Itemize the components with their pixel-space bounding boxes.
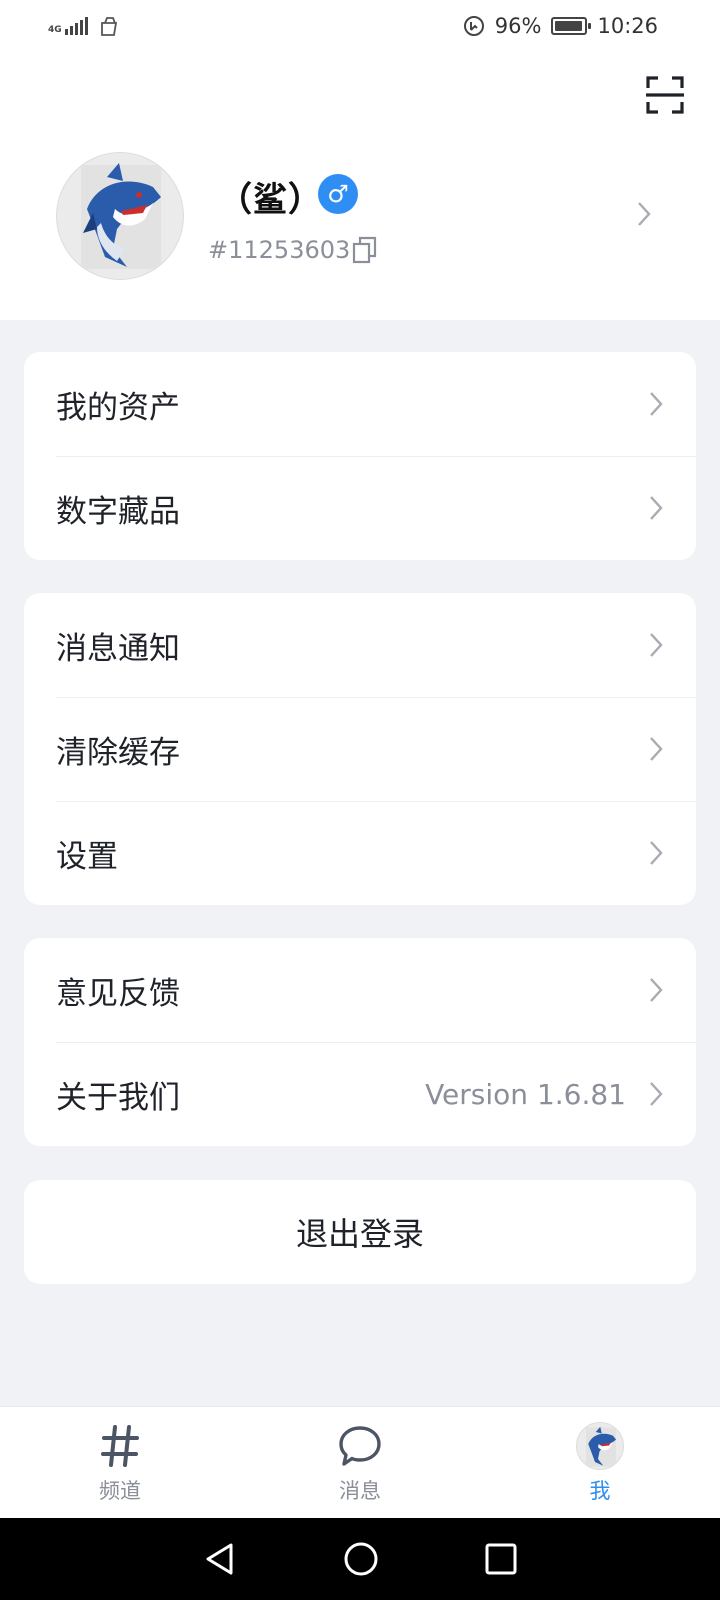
home-icon[interactable] xyxy=(343,1541,379,1577)
menu-item-label: 意见反馈 xyxy=(56,975,180,1012)
logout-button[interactable]: 退出登录 xyxy=(24,1180,696,1284)
menu-item-clear-cache[interactable]: 清除缓存 xyxy=(24,697,696,801)
menu-card-assets: 我的资产 数字藏品 xyxy=(24,352,696,560)
status-left: 4G xyxy=(48,15,120,37)
bag-icon xyxy=(100,17,117,36)
shark-avatar-image xyxy=(586,1426,616,1466)
hashtag-icon xyxy=(101,1424,139,1467)
scan-icon[interactable] xyxy=(646,76,684,114)
menu-item-feedback[interactable]: 意见反馈 xyxy=(24,938,696,1042)
menu-item-label: 消息通知 xyxy=(56,630,180,667)
chevron-right-icon xyxy=(650,633,663,657)
chat-bubble-icon xyxy=(339,1425,381,1466)
system-nav-bar xyxy=(0,1518,720,1600)
menu-card-settings: 消息通知 清除缓存 设置 xyxy=(24,593,696,905)
user-id: #11253603 xyxy=(208,236,351,264)
back-icon[interactable] xyxy=(203,1542,237,1576)
chevron-right-icon xyxy=(650,392,663,416)
profile-header: （鲨） ♂ #11253603 xyxy=(0,52,720,320)
menu-card-about: 意见反馈 关于我们 Version 1.6.81 xyxy=(24,938,696,1146)
menu-item-label: 我的资产 xyxy=(56,389,180,426)
network-indicator: 4G xyxy=(48,17,88,35)
menu-item-label: 关于我们 xyxy=(56,1079,180,1116)
menu-item-label: 清除缓存 xyxy=(56,734,180,771)
tab-label: 我 xyxy=(589,1478,611,1503)
copy-icon[interactable] xyxy=(352,236,378,264)
menu-item-label: 数字藏品 xyxy=(56,493,180,530)
male-gender-icon: ♂ xyxy=(318,174,358,214)
chevron-right-icon xyxy=(650,978,663,1002)
bottom-tab-bar: 频道 消息 我 xyxy=(0,1406,720,1518)
menu-item-label: 设置 xyxy=(56,838,118,875)
tab-label: 频道 xyxy=(99,1478,141,1503)
signal-icon xyxy=(64,17,88,35)
menu-item-settings[interactable]: 设置 xyxy=(24,801,696,905)
data-saver-icon xyxy=(463,16,484,36)
clock: 10:26 xyxy=(597,14,658,38)
profile-chevron-right-icon[interactable] xyxy=(636,200,652,228)
chevron-right-icon xyxy=(650,737,663,761)
status-bar: 4G 96% 10:26 xyxy=(0,0,720,52)
tab-label: 消息 xyxy=(339,1478,381,1503)
chevron-right-icon xyxy=(650,841,663,865)
menu-item-my-assets[interactable]: 我的资产 xyxy=(24,352,696,456)
recents-icon[interactable] xyxy=(485,1543,517,1575)
avatar[interactable] xyxy=(56,152,184,280)
status-right: 96% 10:26 xyxy=(463,14,658,38)
chevron-right-icon xyxy=(650,496,663,520)
menu-item-about-us[interactable]: 关于我们 Version 1.6.81 xyxy=(24,1042,696,1146)
tab-channels[interactable]: 频道 xyxy=(40,1421,200,1505)
menu-item-notifications[interactable]: 消息通知 xyxy=(24,593,696,697)
nickname: （鲨） xyxy=(218,180,323,220)
network-label: 4G xyxy=(48,25,62,35)
app-version: Version 1.6.81 xyxy=(425,1077,626,1111)
battery-icon xyxy=(551,17,592,35)
battery-percent: 96% xyxy=(494,14,542,38)
chevron-right-icon xyxy=(650,1082,663,1106)
tab-messages[interactable]: 消息 xyxy=(280,1421,440,1505)
menu-item-digital-collections[interactable]: 数字藏品 xyxy=(24,456,696,560)
shark-avatar-image xyxy=(81,163,161,269)
tab-avatar xyxy=(576,1421,624,1470)
tab-me[interactable]: 我 xyxy=(520,1421,680,1505)
